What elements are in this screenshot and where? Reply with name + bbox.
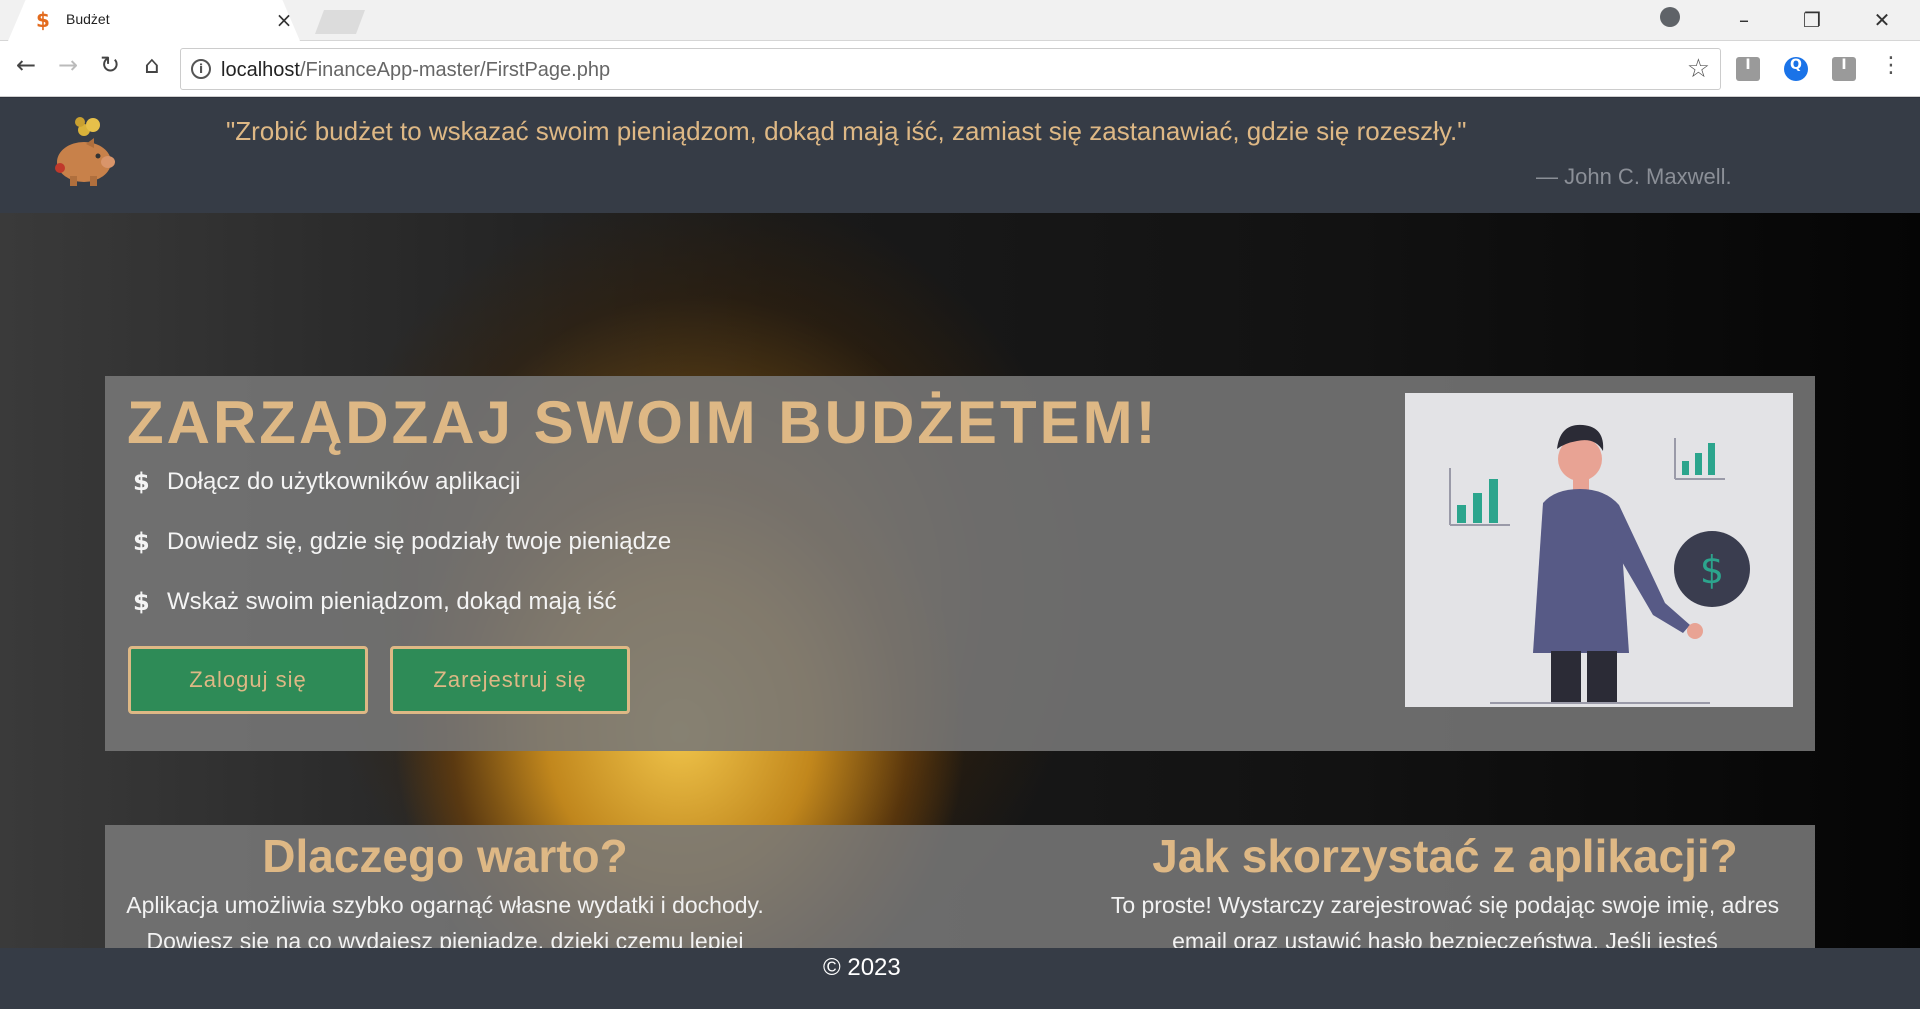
info-icon[interactable]: i: [191, 59, 211, 79]
back-icon[interactable]: ←: [8, 51, 44, 87]
dollar-icon: $: [133, 468, 150, 496]
login-button[interactable]: Zaloguj się: [128, 646, 368, 714]
tab-title[interactable]: Budżet: [66, 11, 110, 27]
register-button[interactable]: Zarejestruj się: [390, 646, 630, 714]
svg-text:$: $: [1700, 548, 1724, 592]
extension-icon-2[interactable]: I: [1832, 57, 1856, 81]
list-item-text: Dowiedz się, gdzie się podziały twoje pi…: [167, 528, 672, 555]
piggy-bank-logo-icon: [55, 117, 115, 186]
list-item: $ Dowiedz się, gdzie się podziały twoje …: [133, 528, 671, 588]
list-item: $ Dołącz do użytkowników aplikacji: [133, 468, 671, 528]
restore-icon[interactable]: ❐: [1792, 5, 1832, 35]
extension-search-icon[interactable]: Q: [1784, 57, 1808, 81]
browser-menu-icon[interactable]: ⋮: [1880, 53, 1902, 78]
copyright-text: © 2023: [823, 954, 901, 981]
minimize-icon[interactable]: –: [1724, 5, 1764, 35]
quote-author: — John C. Maxwell.: [1536, 164, 1732, 189]
hero-section: ZARZĄDZAJ SWOIM BUDŻETEM! $ Dołącz do uż…: [0, 213, 1920, 948]
site-header: "Zrobić budżet to wskazać swoim pieniądz…: [0, 98, 1920, 213]
how-title: Jak skorzystać z aplikacji?: [1152, 830, 1738, 882]
how-column: Jak skorzystać z aplikacji? To proste! W…: [1105, 825, 1785, 948]
home-icon[interactable]: ⌂: [134, 51, 170, 87]
why-column: Dlaczego warto? Aplikacja umożliwia szyb…: [105, 825, 785, 948]
list-item: $ Wskaż swoim pieniądzom, dokąd mają iść: [133, 588, 671, 648]
site-footer: © 2023: [0, 948, 1920, 1009]
list-item-text: Dołącz do użytkowników aplikacji: [167, 468, 521, 495]
profile-icon[interactable]: [1660, 7, 1680, 27]
why-title: Dlaczego warto?: [262, 830, 628, 882]
how-text: To proste! Wystarczy zarejestrować się p…: [1110, 892, 1780, 948]
browser-toolbar: ← → ↻ ⌂ i localhost/FinanceApp-master/Fi…: [0, 41, 1920, 97]
dollar-icon: $: [133, 588, 150, 616]
extension-icon[interactable]: I: [1736, 57, 1760, 81]
browser-tabstrip: $ Budżet × – ❐ ✕: [0, 0, 1920, 41]
new-tab-button[interactable]: [315, 10, 365, 34]
intro-card: ZARZĄDZAJ SWOIM BUDŻETEM! $ Dołącz do uż…: [105, 376, 1815, 751]
address-bar[interactable]: i localhost/FinanceApp-master/FirstPage.…: [180, 48, 1721, 90]
forward-icon[interactable]: →: [50, 51, 86, 87]
close-window-icon[interactable]: ✕: [1862, 5, 1902, 35]
bookmark-star-icon[interactable]: ☆: [1687, 54, 1710, 84]
feature-list: $ Dołącz do użytkowników aplikacji $ Dow…: [133, 468, 671, 648]
dollar-icon: $: [133, 528, 150, 556]
list-item-text: Wskaż swoim pieniądzom, dokąd mają iść: [167, 588, 617, 615]
header-quote: "Zrobić budżet to wskazać swoim pieniądz…: [226, 116, 1467, 146]
url-text[interactable]: localhost/FinanceApp-master/FirstPage.ph…: [221, 59, 610, 82]
dollar-favicon-icon: $: [36, 8, 50, 32]
close-tab-icon[interactable]: ×: [274, 8, 294, 32]
finance-illustration: $: [1405, 393, 1793, 707]
why-text: Aplikacja umożliwia szybko ogarnąć własn…: [126, 892, 764, 948]
reload-icon[interactable]: ↻: [92, 51, 128, 87]
page-headline: ZARZĄDZAJ SWOIM BUDŻETEM!: [127, 389, 1159, 456]
page: "Zrobić budżet to wskazać swoim pieniądz…: [0, 98, 1920, 1009]
info-card: Dlaczego warto? Aplikacja umożliwia szyb…: [105, 825, 1815, 948]
